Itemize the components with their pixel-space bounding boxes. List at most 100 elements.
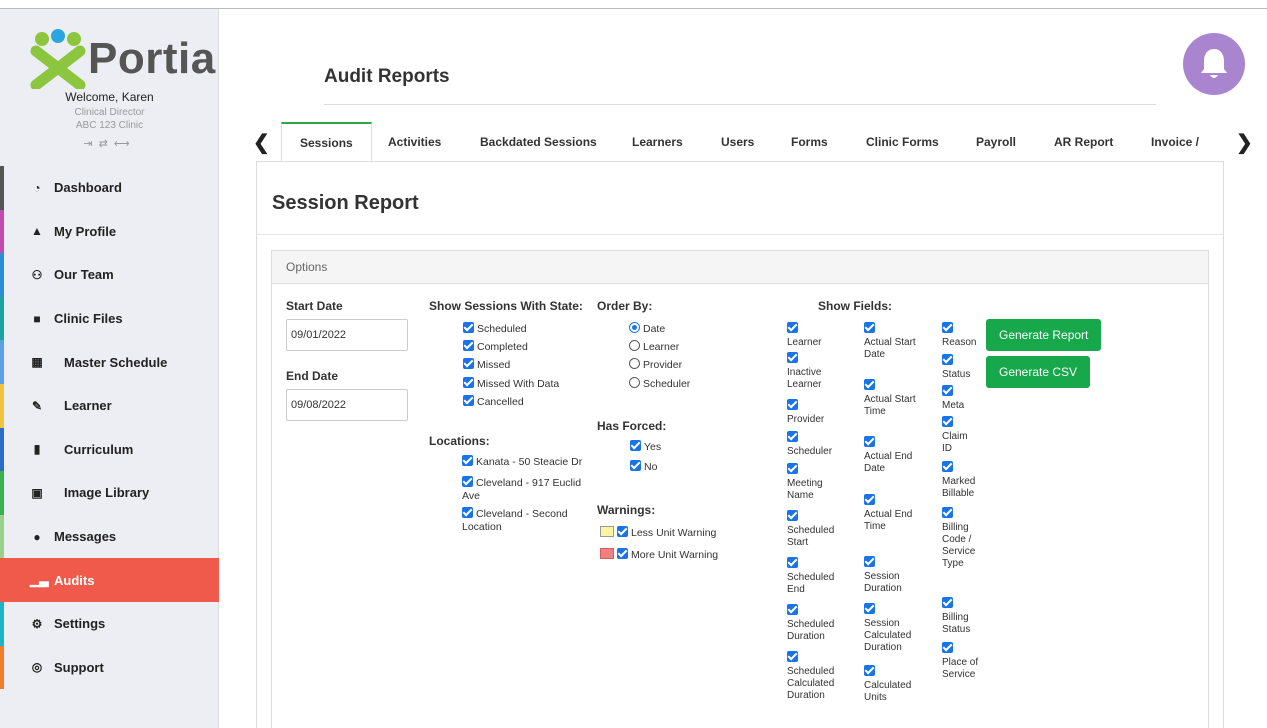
order-date-radio[interactable]: Date <box>629 322 665 336</box>
sidebar-item-label: Curriculum <box>64 441 134 457</box>
field-claim-id[interactable]: Claim ID <box>942 416 972 455</box>
sidebar-item-learner[interactable]: ✎ Learner <box>0 383 219 428</box>
sidebar-item-messages[interactable]: ● Messages <box>0 514 219 559</box>
field-session-duration[interactable]: Session Duration <box>864 556 919 595</box>
radio-selected-icon <box>629 322 640 333</box>
field-place-of-service[interactable]: Place of Service <box>942 642 980 681</box>
field-actual-start-date[interactable]: Actual Start Date <box>864 322 919 361</box>
field-billing-status[interactable]: Billing Status <box>942 597 984 636</box>
checkbox-icon <box>864 322 875 333</box>
generate-report-button[interactable]: Generate Report <box>986 319 1102 351</box>
end-date-input[interactable] <box>286 389 408 421</box>
field-scheduler[interactable]: Scheduler <box>787 431 847 458</box>
report-tabs: ❮ Sessions Activities Backdated Sessions… <box>248 122 1258 162</box>
logo-mark-icon <box>30 29 86 91</box>
field-actual-start-time[interactable]: Actual Start Time <box>864 379 919 418</box>
field-calculated-units[interactable]: Calculated Units <box>864 665 919 704</box>
tab-clinic-forms[interactable]: Clinic Forms <box>866 122 939 162</box>
checkbox-icon <box>942 461 953 472</box>
tabs-next-icon[interactable]: ❯ <box>1236 130 1253 155</box>
tab-forms[interactable]: Forms <box>791 122 828 162</box>
order-provider-radio[interactable]: Provider <box>629 358 682 372</box>
sidebar-item-curriculum[interactable]: ▮ Curriculum <box>0 427 219 472</box>
welcome-text: Welcome, Karen <box>65 90 154 104</box>
report-divider <box>257 234 1223 235</box>
location-kanata[interactable]: Kanata - 50 Steacie Dr <box>462 455 590 469</box>
field-meta[interactable]: Meta <box>942 385 984 412</box>
tab-users[interactable]: Users <box>721 122 754 162</box>
forced-no[interactable]: No <box>630 460 657 474</box>
options-panel: Options Start Date End Date Show Session… <box>271 250 1209 728</box>
fields-label: Show Fields: <box>818 299 893 313</box>
checkbox-icon <box>463 340 474 351</box>
notifications-button[interactable] <box>1183 33 1245 95</box>
tabs-prev-icon[interactable]: ❮ <box>253 130 270 155</box>
tab-content: Session Report Options Start Date End Da… <box>256 161 1224 728</box>
sidebar-item-audits[interactable]: ▁▃ Audits <box>0 558 219 602</box>
user-icon: ▲ <box>31 224 43 239</box>
radio-icon <box>629 358 640 369</box>
logout-icon[interactable]: ⇥ <box>83 138 98 150</box>
location-cleveland-euclid[interactable]: Cleveland - 917 Euclid Ave <box>462 476 590 503</box>
checkbox-icon <box>617 526 628 537</box>
checkbox-icon <box>864 603 875 614</box>
warning-less-unit[interactable]: Less Unit Warning <box>600 526 716 540</box>
tab-ar-report[interactable]: AR Report <box>1054 122 1113 162</box>
warning-more-unit[interactable]: More Unit Warning <box>600 548 718 562</box>
start-date-input[interactable] <box>286 319 408 351</box>
portia-logo[interactable]: Portia <box>30 29 215 91</box>
sidebar-item-support[interactable]: ◎ Support <box>0 645 219 690</box>
field-session-calculated-duration[interactable]: Session Calculated Duration <box>864 603 919 654</box>
tab-backdated-sessions[interactable]: Backdated Sessions <box>480 122 597 162</box>
state-cancelled[interactable]: Cancelled <box>463 395 524 409</box>
tab-payroll[interactable]: Payroll <box>976 122 1016 162</box>
sidebar-item-image-library[interactable]: ▣ Image Library <box>0 471 219 515</box>
field-provider[interactable]: Provider <box>787 399 847 426</box>
sidebar-item-settings[interactable]: ⚙ Settings <box>0 601 219 646</box>
tab-learners[interactable]: Learners <box>632 122 683 162</box>
field-meeting-name[interactable]: Meeting Name <box>787 463 847 502</box>
field-learner[interactable]: Learner <box>787 322 847 349</box>
sidebar-item-dashboard[interactable]: ◔ Dashboard <box>0 166 219 210</box>
checkbox-icon <box>630 440 641 451</box>
field-status[interactable]: Status <box>942 354 984 381</box>
field-actual-end-time[interactable]: Actual End Time <box>864 494 919 533</box>
generate-csv-button[interactable]: Generate CSV <box>986 356 1091 388</box>
field-billing-code[interactable]: Billing Code / Service Type <box>942 507 984 570</box>
field-scheduled-start[interactable]: Scheduled Start <box>787 510 847 549</box>
sidebar-item-label: Audits <box>54 572 95 588</box>
tab-activities[interactable]: Activities <box>388 122 441 162</box>
sidebar-item-our-team[interactable]: ⚇ Our Team <box>0 253 219 297</box>
checkbox-icon <box>864 379 875 390</box>
location-cleveland-second[interactable]: Cleveland - Second Location <box>462 507 590 534</box>
switch-icon[interactable]: ⇄ <box>99 138 114 150</box>
checkbox-icon <box>864 556 875 567</box>
state-scheduled[interactable]: Scheduled <box>463 322 527 336</box>
sidebar-item-clinic-files[interactable]: ■ Clinic Files <box>0 296 219 341</box>
field-reason[interactable]: Reason <box>942 322 984 349</box>
field-inactive-learner[interactable]: Inactive Learner <box>787 352 847 391</box>
forced-yes[interactable]: Yes <box>630 440 661 454</box>
checkbox-icon <box>942 507 953 518</box>
state-missed[interactable]: Missed <box>463 358 510 372</box>
field-actual-end-date[interactable]: Actual End Date <box>864 436 919 475</box>
state-completed[interactable]: Completed <box>463 340 528 354</box>
file-icon: ■ <box>33 311 41 326</box>
checkbox-icon <box>787 431 798 442</box>
tab-sessions[interactable]: Sessions <box>281 122 372 162</box>
tab-invoice[interactable]: Invoice / <box>1151 122 1199 162</box>
checkbox-icon <box>942 322 953 333</box>
field-scheduled-calculated-duration[interactable]: Scheduled Calculated Duration <box>787 651 847 702</box>
order-learner-radio[interactable]: Learner <box>629 340 679 354</box>
checkbox-icon <box>463 377 474 388</box>
field-scheduled-end[interactable]: Scheduled End <box>787 557 847 596</box>
sidebar-item-my-profile[interactable]: ▲ My Profile <box>0 209 219 254</box>
state-missed-with-data[interactable]: Missed With Data <box>463 377 559 391</box>
field-marked-billable[interactable]: Marked Billable <box>942 461 984 500</box>
sidebar-item-label: Settings <box>54 616 106 632</box>
order-scheduler-radio[interactable]: Scheduler <box>629 377 690 391</box>
collapse-icon[interactable]: ⟷ <box>114 138 136 150</box>
sidebar-item-master-schedule[interactable]: ▦ Master Schedule <box>0 340 219 384</box>
checkbox-icon <box>463 358 474 369</box>
field-scheduled-duration[interactable]: Scheduled Duration <box>787 604 847 643</box>
